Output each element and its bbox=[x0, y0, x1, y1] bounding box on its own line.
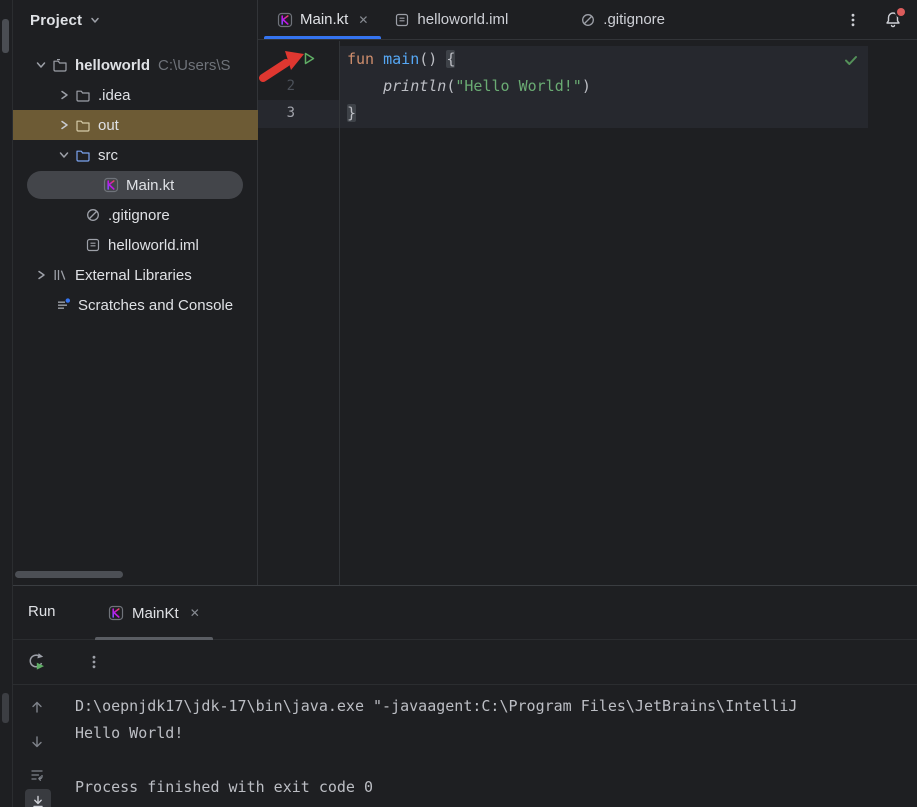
ignored-file-icon bbox=[580, 12, 596, 28]
close-tab-icon[interactable]: ✕ bbox=[190, 607, 200, 619]
notification-dot bbox=[897, 7, 905, 16]
tree-item-scratches[interactable]: Scratches and Console bbox=[13, 290, 258, 320]
project-panel-header[interactable]: Project bbox=[13, 0, 257, 40]
notifications-bell-icon[interactable] bbox=[883, 7, 905, 30]
tree-item-label: out bbox=[98, 116, 119, 134]
project-panel-title: Project bbox=[30, 11, 83, 29]
kebab-menu-icon[interactable] bbox=[845, 12, 861, 28]
code-editor[interactable]: 1 2 3 fun main() { println("Hello World!… bbox=[258, 41, 917, 585]
libraries-icon bbox=[52, 267, 68, 283]
console-line: Hello World! bbox=[75, 724, 184, 742]
tree-item-label: src bbox=[98, 146, 118, 164]
folder-icon bbox=[75, 117, 91, 133]
project-path: C:\Users\S bbox=[158, 56, 231, 74]
chevron-down-icon[interactable] bbox=[87, 12, 103, 28]
punct-token: ) bbox=[581, 77, 591, 95]
scratches-icon bbox=[55, 297, 71, 313]
chevron-down-icon[interactable] bbox=[33, 57, 49, 73]
code-line-2[interactable]: println("Hello World!") bbox=[347, 73, 591, 100]
tree-item-src[interactable]: src bbox=[13, 140, 258, 170]
brace-token: } bbox=[347, 104, 357, 122]
inspections-ok-icon[interactable] bbox=[843, 52, 859, 68]
tab-label: Main.kt bbox=[300, 11, 349, 28]
run-panel-title[interactable]: Run bbox=[28, 603, 56, 620]
tree-item-idea[interactable]: .idea bbox=[13, 80, 258, 110]
string-token: "Hello World!" bbox=[455, 77, 582, 95]
tree-item-label: .gitignore bbox=[108, 206, 170, 224]
punct-token: () bbox=[419, 50, 447, 68]
chevron-right-icon[interactable] bbox=[33, 267, 49, 283]
run-panel-header: Run MainKt ✕ bbox=[13, 586, 917, 640]
ignored-file-icon bbox=[85, 207, 101, 223]
console-output[interactable]: D:\oepnjdk17\jdk-17\bin\java.exe "-javaa… bbox=[13, 685, 917, 807]
code-line-1[interactable]: fun main() { bbox=[347, 46, 456, 73]
run-tab-mainkt[interactable]: MainKt ✕ bbox=[95, 586, 213, 640]
kotlin-file-icon bbox=[277, 12, 293, 28]
function-call-token: println bbox=[383, 77, 447, 95]
kotlin-file-icon bbox=[103, 177, 119, 193]
tree-item-helloworld[interactable]: helloworld C:\Users\S bbox=[13, 50, 258, 80]
tab-label: .gitignore bbox=[603, 11, 666, 28]
source-folder-icon bbox=[75, 147, 91, 163]
module-file-icon bbox=[85, 237, 101, 253]
rerun-button[interactable] bbox=[26, 652, 46, 672]
prev-occurrence-icon[interactable] bbox=[29, 699, 45, 715]
tree-item-label: Scratches and Console bbox=[78, 296, 234, 314]
tree-item-external-libraries[interactable]: External Libraries bbox=[13, 260, 258, 290]
chevron-right-icon[interactable] bbox=[56, 117, 72, 133]
scroll-to-end-button[interactable] bbox=[25, 789, 51, 807]
tool-window-stripe bbox=[0, 0, 13, 807]
annotation-arrow bbox=[259, 51, 304, 82]
editor-tab-bar: Main.kt ✕ helloworld.iml .gitignore bbox=[258, 0, 917, 40]
tree-item-label: External Libraries bbox=[75, 266, 192, 284]
kebab-menu-icon[interactable] bbox=[86, 654, 102, 670]
console-gutter bbox=[13, 685, 69, 807]
project-folder-icon bbox=[52, 57, 68, 73]
stop-button[interactable] bbox=[62, 653, 70, 671]
editor-tab-helloworld-iml[interactable]: helloworld.iml bbox=[381, 0, 521, 39]
kotlin-file-icon bbox=[108, 605, 124, 621]
next-occurrence-icon[interactable] bbox=[29, 734, 45, 750]
function-name-token: main bbox=[383, 50, 420, 68]
chevron-right-icon[interactable] bbox=[56, 87, 72, 103]
console-line: D:\oepnjdk17\jdk-17\bin\java.exe "-javaa… bbox=[75, 697, 798, 715]
module-file-icon bbox=[394, 12, 410, 28]
console-line: Process finished with exit code 0 bbox=[75, 778, 374, 796]
tree-item-helloworld-iml[interactable]: helloworld.iml bbox=[13, 230, 258, 260]
run-tab-label: MainKt bbox=[132, 604, 179, 622]
close-tab-icon[interactable]: ✕ bbox=[358, 14, 368, 26]
tree-item-label: Main.kt bbox=[126, 176, 175, 194]
tree-item-out[interactable]: out bbox=[13, 110, 258, 140]
code-line-3[interactable]: } bbox=[347, 100, 357, 127]
soft-wrap-icon[interactable] bbox=[29, 767, 45, 783]
tree-item-label: .idea bbox=[98, 86, 131, 104]
gutter-separator bbox=[339, 41, 340, 585]
line-number: 3 bbox=[286, 105, 295, 121]
run-panel: Run MainKt ✕ D:\oepnjdk17\jdk-17\bin\jav… bbox=[13, 585, 917, 807]
editor-tab-main-kt[interactable]: Main.kt ✕ bbox=[264, 0, 382, 39]
tree-item-main-kt[interactable]: Main.kt bbox=[13, 170, 258, 200]
tree-item-gitignore[interactable]: .gitignore bbox=[13, 200, 258, 230]
tab-label: helloworld.iml bbox=[417, 11, 509, 28]
keyword-token: fun bbox=[347, 50, 384, 68]
horizontal-scrollbar[interactable] bbox=[15, 571, 123, 578]
tree-item-label: helloworld bbox=[75, 56, 150, 74]
project-panel: Project helloworld C:\Users\S .idea out … bbox=[13, 0, 258, 585]
chevron-down-icon[interactable] bbox=[56, 147, 72, 163]
console-text[interactable]: D:\oepnjdk17\jdk-17\bin\java.exe "-javaa… bbox=[75, 693, 917, 801]
project-tool-indicator[interactable] bbox=[2, 19, 9, 53]
tree-item-label: helloworld.iml bbox=[108, 236, 199, 254]
editor-tab-gitignore[interactable]: .gitignore bbox=[567, 0, 678, 39]
folder-icon bbox=[75, 87, 91, 103]
run-toolbar bbox=[13, 640, 917, 685]
brace-token: { bbox=[446, 50, 456, 68]
run-tool-indicator[interactable] bbox=[2, 693, 9, 723]
